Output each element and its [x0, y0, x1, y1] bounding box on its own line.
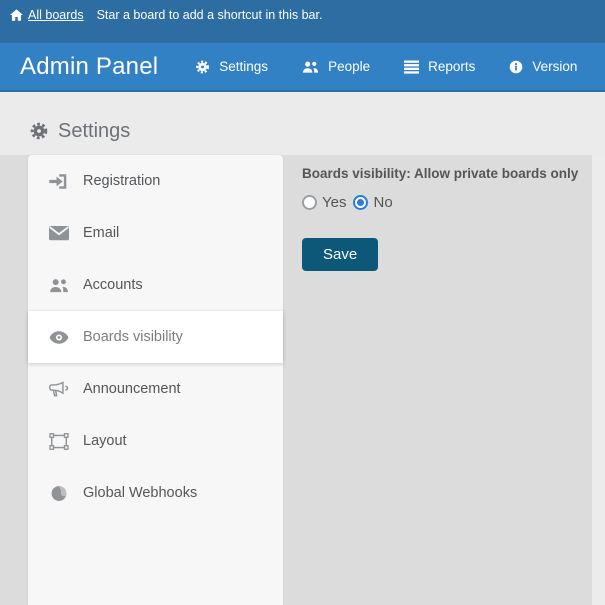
home-icon	[10, 9, 23, 21]
sidebar-item-accounts[interactable]: Accounts	[28, 259, 283, 311]
sidebar-item-label: Email	[83, 225, 119, 241]
users-icon	[49, 277, 69, 294]
sidebar-item-label: Registration	[83, 173, 160, 189]
bullhorn-icon	[49, 381, 69, 398]
envelope-icon	[49, 225, 69, 242]
sidebar-item-boards-visibility[interactable]: Boards visibility	[28, 311, 283, 363]
gear-icon	[30, 122, 48, 140]
sign-in-icon	[49, 173, 69, 190]
people-icon	[302, 60, 319, 74]
sidebar-item-label: Layout	[83, 433, 127, 449]
settings-panel: Registration Email Accounts Boards visib…	[0, 155, 605, 605]
nav-item-people[interactable]: People	[302, 59, 370, 74]
sidebar-item-global-webhooks[interactable]: Global Webhooks	[28, 467, 283, 519]
sidebar-item-announcement[interactable]: Announcement	[28, 363, 283, 415]
nav-label: People	[328, 59, 370, 74]
sidebar-item-label: Announcement	[83, 381, 181, 397]
nav-item-settings[interactable]: Settings	[195, 59, 268, 74]
right-panel-edge	[592, 155, 605, 605]
sidebar-item-label: Boards visibility	[83, 329, 183, 345]
admin-panel-page: All boards Star a board to add a shortcu…	[0, 0, 605, 605]
setting-question: Boards visibility: Allow private boards …	[302, 166, 588, 181]
save-button[interactable]: Save	[302, 238, 378, 271]
nav-item-reports[interactable]: Reports	[404, 59, 475, 74]
nav-label: Settings	[219, 59, 268, 74]
sidebar-item-registration[interactable]: Registration	[28, 155, 283, 207]
sidebar-item-layout[interactable]: Layout	[28, 415, 283, 467]
sidebar-item-email[interactable]: Email	[28, 207, 283, 259]
page-title-label: Settings	[58, 120, 130, 143]
radio-label: No	[373, 194, 392, 211]
boards-visibility-form: Boards visibility: Allow private boards …	[302, 166, 588, 271]
radio-circle-icon	[302, 195, 317, 210]
all-boards-link[interactable]: All boards	[10, 8, 84, 22]
radio-yes[interactable]: Yes	[302, 194, 346, 211]
sidebar-item-label: Global Webhooks	[83, 485, 197, 501]
list-icon	[404, 60, 419, 74]
radio-no[interactable]: No	[353, 194, 392, 211]
nav-item-version[interactable]: Version	[509, 59, 577, 74]
radio-circle-icon	[353, 195, 368, 210]
globe-icon	[49, 485, 69, 502]
radio-group: Yes No	[302, 194, 588, 211]
sidebar-item-label: Accounts	[83, 277, 143, 293]
layout-icon	[49, 433, 69, 450]
shortcut-bar: All boards Star a board to add a shortcu…	[0, 0, 605, 43]
shortcut-hint-text: Star a board to add a shortcut in this b…	[97, 8, 323, 22]
info-icon	[509, 60, 523, 74]
app-header: Admin Panel Settings People Reports	[0, 43, 605, 92]
all-boards-label: All boards	[28, 8, 84, 22]
settings-sidebar: Registration Email Accounts Boards visib…	[28, 155, 283, 605]
app-title: Admin Panel	[20, 53, 158, 81]
nav-label: Reports	[428, 59, 475, 74]
radio-label: Yes	[322, 194, 346, 211]
gear-icon	[195, 60, 210, 74]
page-title: Settings	[30, 119, 605, 143]
header-nav: Settings People Reports Version	[195, 59, 577, 74]
nav-label: Version	[532, 59, 577, 74]
eye-icon	[49, 329, 69, 346]
